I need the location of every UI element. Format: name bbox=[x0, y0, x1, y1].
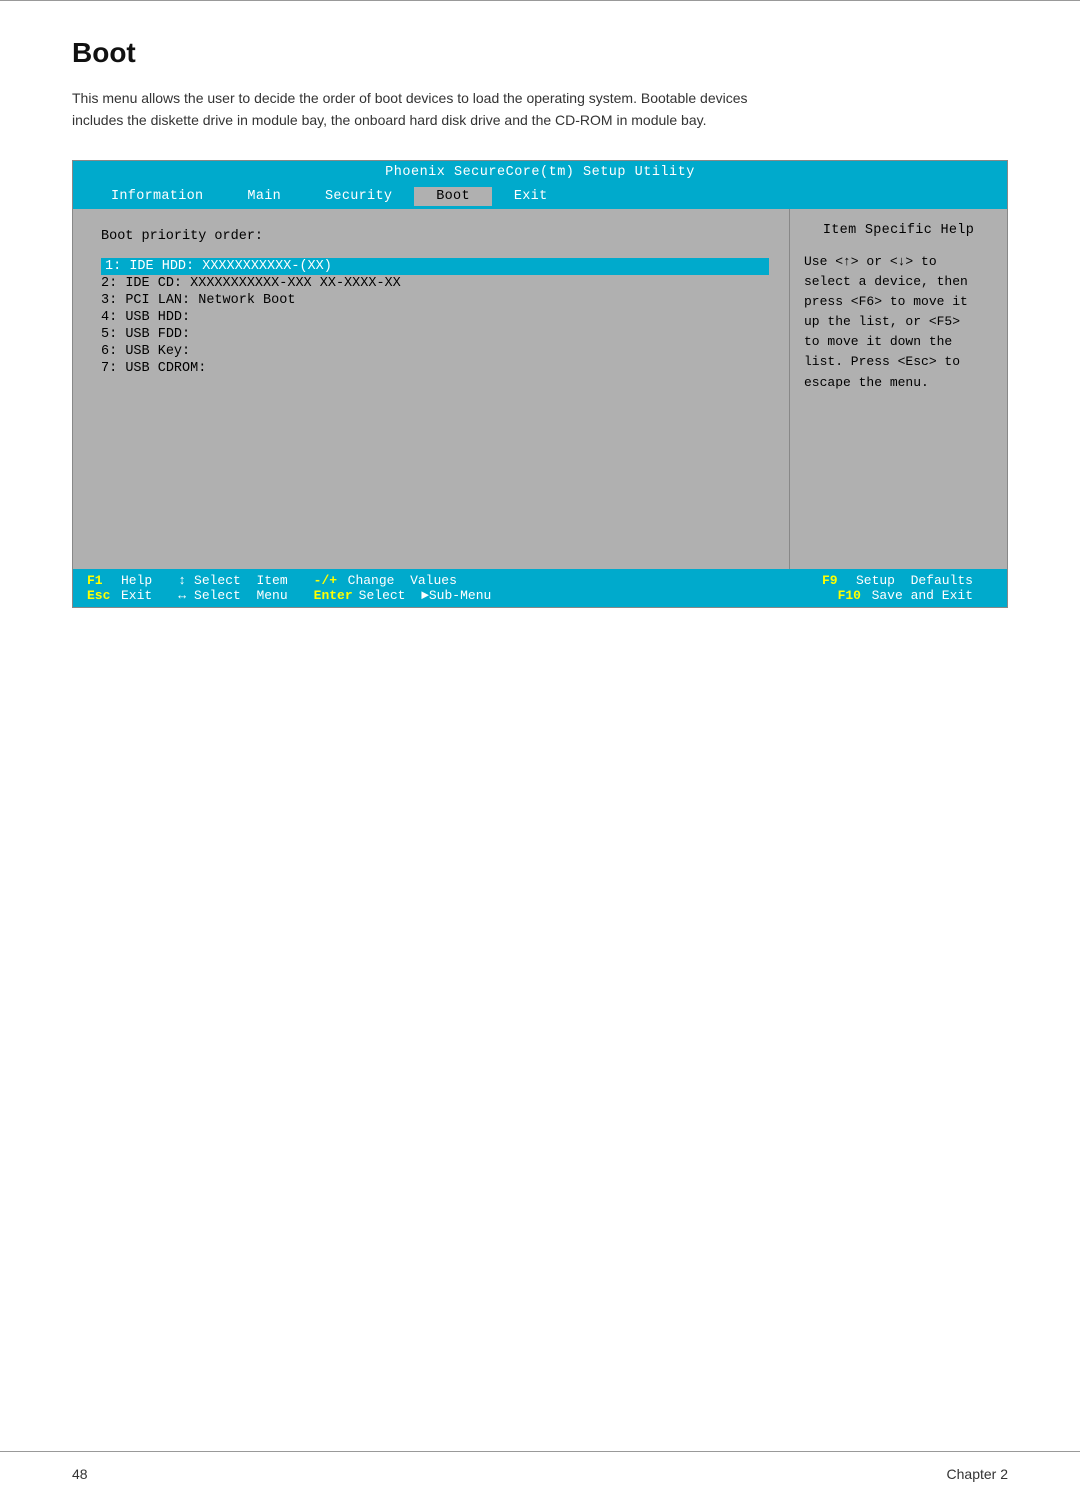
nav-main[interactable]: Main bbox=[225, 187, 303, 206]
boot-item-5-index: 5: bbox=[101, 327, 125, 342]
page-title: Boot bbox=[72, 37, 1008, 69]
desc-select-item: Select Item bbox=[194, 573, 288, 588]
boot-item-6-index: 6: bbox=[101, 344, 125, 359]
nav-boot[interactable]: Boot bbox=[414, 187, 492, 206]
nav-exit[interactable]: Exit bbox=[492, 187, 570, 206]
boot-item-7[interactable]: 7: USB CDROM: bbox=[101, 360, 769, 377]
boot-item-5[interactable]: 5: USB FDD: bbox=[101, 326, 769, 343]
key-enter: Enter bbox=[314, 588, 353, 603]
desc-change-values: Change Values bbox=[348, 573, 457, 588]
boot-item-7-label: USB CDROM: bbox=[125, 361, 206, 376]
boot-item-4-label: USB HDD: bbox=[125, 310, 190, 325]
boot-section-title: Boot priority order: bbox=[101, 229, 769, 244]
key-f1: F1 bbox=[87, 573, 115, 588]
boot-list: 1: IDE HDD: XXXXXXXXXXX-(XX) 2: IDE CD: … bbox=[101, 258, 769, 377]
bios-titlebar: Phoenix SecureCore(tm) Setup Utility bbox=[73, 161, 1007, 184]
boot-item-1-index: 1: bbox=[105, 259, 129, 274]
bios-right-panel: Item Specific Help Use <↑> or <↓> to sel… bbox=[789, 209, 1007, 569]
chapter-label: Chapter 2 bbox=[947, 1466, 1008, 1482]
desc-save-exit: Save and Exit bbox=[872, 588, 973, 603]
page-footer: 48 Chapter 2 bbox=[72, 1466, 1008, 1482]
boot-item-3[interactable]: 3: PCI LAN: Network Boot bbox=[101, 292, 769, 309]
bottom-rule bbox=[0, 1451, 1080, 1452]
bios-left-panel: Boot priority order: 1: IDE HDD: XXXXXXX… bbox=[73, 209, 789, 569]
desc-exit: Exit bbox=[121, 588, 152, 603]
page-number: 48 bbox=[72, 1466, 88, 1482]
description: This menu allows the user to decide the … bbox=[72, 87, 1008, 132]
bios-container: Phoenix SecureCore(tm) Setup Utility Inf… bbox=[72, 160, 1008, 608]
description-line2: includes the diskette drive in module ba… bbox=[72, 112, 706, 128]
help-text: Use <↑> or <↓> to select a device, then … bbox=[804, 252, 993, 393]
boot-item-6[interactable]: 6: USB Key: bbox=[101, 343, 769, 360]
description-line1: This menu allows the user to decide the … bbox=[72, 90, 748, 106]
boot-item-4[interactable]: 4: USB HDD: bbox=[101, 309, 769, 326]
page-content: Boot This menu allows the user to decide… bbox=[0, 1, 1080, 668]
boot-item-4-index: 4: bbox=[101, 310, 125, 325]
desc-help: Help bbox=[121, 573, 152, 588]
boot-item-2-index: 2: bbox=[101, 276, 125, 291]
bios-footer: F1 Help ↕ Select Item -/+ Change Values … bbox=[73, 569, 1007, 607]
desc-setup-defaults: Setup Defaults bbox=[856, 573, 973, 588]
bios-title: Phoenix SecureCore(tm) Setup Utility bbox=[385, 165, 695, 180]
nav-information[interactable]: Information bbox=[89, 187, 225, 206]
key-f10: F10 bbox=[838, 588, 866, 603]
key-esc: Esc bbox=[87, 588, 115, 603]
desc-select-submenu: Select ►Sub-Menu bbox=[359, 588, 492, 603]
icon-updown: ↕ bbox=[178, 573, 186, 588]
boot-item-2[interactable]: 2: IDE CD: XXXXXXXXXXX-XXX XX-XXXX-XX bbox=[101, 275, 769, 292]
desc-select-menu: Select Menu bbox=[194, 588, 288, 603]
boot-item-6-label: USB Key: bbox=[125, 344, 190, 359]
key-f9: F9 bbox=[822, 573, 850, 588]
help-title: Item Specific Help bbox=[804, 223, 993, 238]
boot-item-1[interactable]: 1: IDE HDD: XXXXXXXXXXX-(XX) bbox=[101, 258, 769, 275]
boot-item-5-label: USB FDD: bbox=[125, 327, 190, 342]
footer-row-1: F1 Help ↕ Select Item -/+ Change Values … bbox=[87, 573, 993, 588]
boot-item-3-index: 3: bbox=[101, 293, 125, 308]
boot-item-7-index: 7: bbox=[101, 361, 125, 376]
icon-leftright: ↔ bbox=[178, 588, 186, 603]
footer-row-2: Esc Exit ↔ Select Menu Enter Select ►Sub… bbox=[87, 588, 993, 603]
boot-item-1-label: IDE HDD: XXXXXXXXXXX-(XX) bbox=[129, 259, 332, 274]
boot-item-3-label: PCI LAN: Network Boot bbox=[125, 293, 295, 308]
key-minusplus: -/+ bbox=[314, 573, 342, 588]
bios-body: Boot priority order: 1: IDE HDD: XXXXXXX… bbox=[73, 209, 1007, 569]
nav-security[interactable]: Security bbox=[303, 187, 414, 206]
bios-navbar: Information Main Security Boot Exit bbox=[73, 184, 1007, 209]
boot-item-2-label: IDE CD: XXXXXXXXXXX-XXX XX-XXXX-XX bbox=[125, 276, 400, 291]
